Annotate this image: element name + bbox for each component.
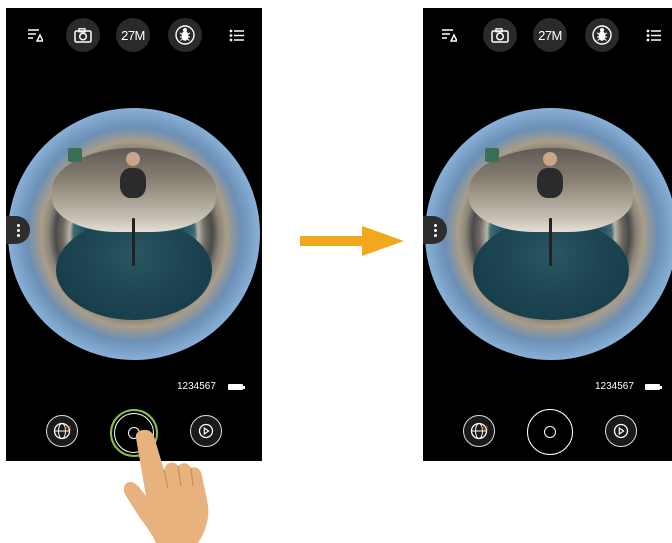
scene-mode-button[interactable] — [585, 18, 619, 52]
filter-icon[interactable] — [432, 18, 466, 52]
bug-mode-icon — [175, 25, 195, 45]
play-icon — [613, 423, 629, 439]
camera-icon — [491, 27, 509, 43]
person-figure — [120, 168, 146, 198]
tiny-planet-preview — [425, 108, 672, 360]
kiosk — [68, 148, 82, 162]
vr-view-button[interactable]: VR — [46, 415, 78, 447]
vr-view-button[interactable]: VR — [463, 415, 495, 447]
shutter-button[interactable] — [527, 409, 573, 455]
camera-mode-button[interactable] — [483, 18, 517, 52]
top-toolbar: 27M — [6, 18, 262, 62]
tiny-planet-preview — [8, 108, 260, 360]
svg-text:VR: VR — [481, 426, 488, 432]
person-figure — [537, 168, 563, 198]
more-vertical-icon — [433, 228, 437, 232]
shots-remaining: 1234567 — [177, 381, 216, 392]
resolution-button[interactable]: 27M — [533, 18, 567, 52]
person-head — [543, 152, 557, 166]
top-toolbar: 27M — [423, 18, 672, 62]
kiosk — [485, 148, 499, 162]
bug-mode-icon — [592, 25, 612, 45]
phone-screen-before: 27M 1234567 VR — [6, 8, 262, 461]
list-menu-icon[interactable] — [637, 18, 671, 52]
camera-mode-button[interactable] — [66, 18, 100, 52]
camera-icon — [74, 27, 92, 43]
battery-icon — [228, 384, 245, 390]
phone-screen-after: 27M 1234567 VR — [423, 8, 672, 461]
selfie-stick — [132, 218, 135, 266]
scene-mode-button[interactable] — [168, 18, 202, 52]
resolution-label: 27M — [538, 27, 562, 43]
transition-arrow — [300, 226, 404, 256]
tapping-hand-icon — [123, 430, 209, 543]
filter-icon[interactable] — [18, 18, 52, 52]
more-vertical-icon — [16, 228, 20, 232]
playback-button[interactable] — [605, 415, 637, 447]
list-menu-icon[interactable] — [220, 18, 254, 52]
battery-icon — [645, 384, 662, 390]
globe-vr-icon: VR — [53, 422, 71, 440]
resolution-button[interactable]: 27M — [116, 18, 150, 52]
bottom-controls: VR — [423, 401, 672, 461]
resolution-label: 27M — [121, 27, 145, 43]
svg-text:VR: VR — [64, 426, 71, 432]
selfie-stick — [549, 218, 552, 266]
person-head — [126, 152, 140, 166]
shots-remaining: 1234567 — [595, 381, 634, 392]
shutter-dot — [544, 426, 556, 438]
globe-vr-icon: VR — [470, 422, 488, 440]
